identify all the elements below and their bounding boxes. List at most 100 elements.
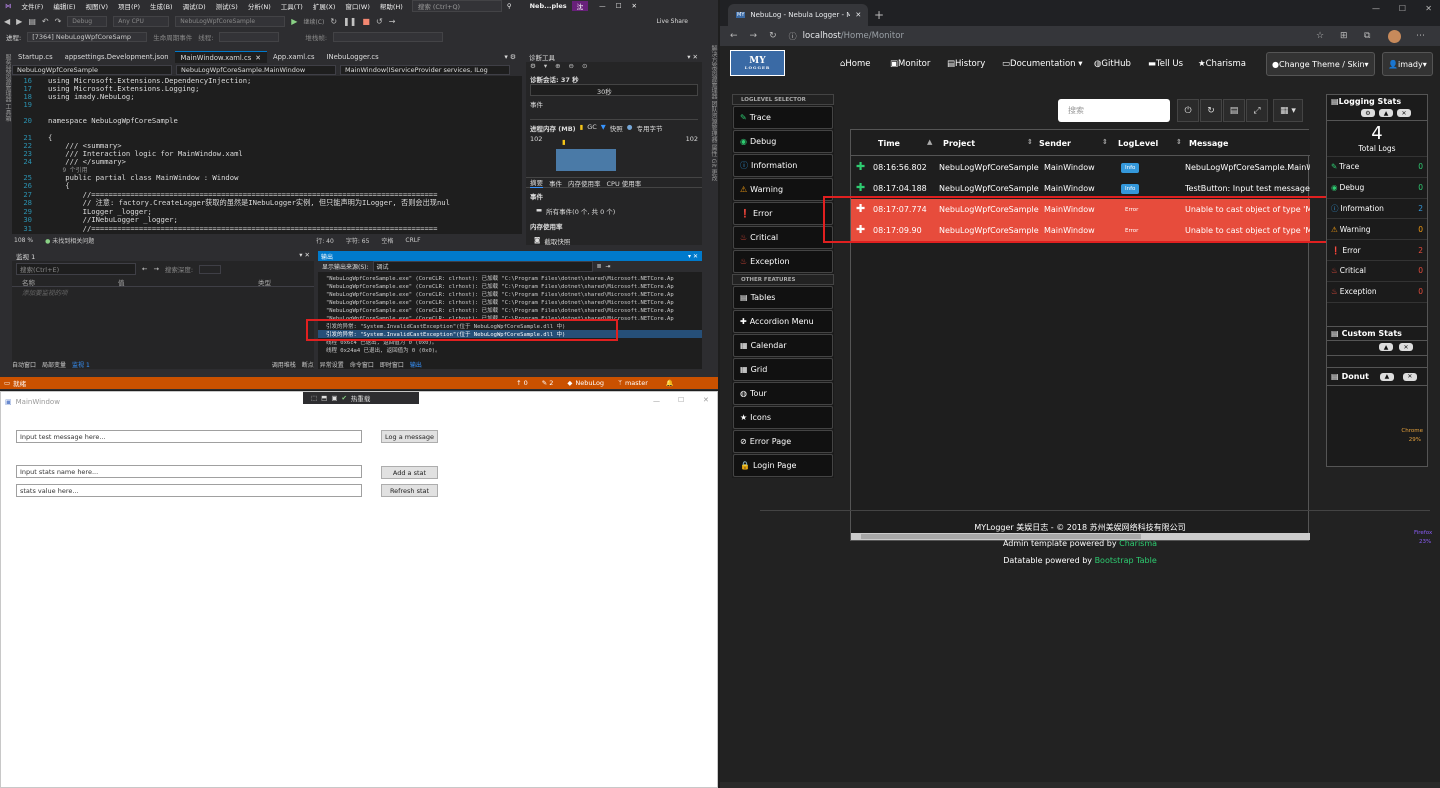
pin-icon[interactable]: ▾ ✕ xyxy=(687,53,698,61)
br-close-icon[interactable]: ✕ xyxy=(1425,4,1432,13)
select-element-icon[interactable]: ⬚ xyxy=(311,394,317,402)
wpf-close-icon[interactable]: ✕ xyxy=(703,396,709,404)
collapse-icon[interactable]: ▲ xyxy=(1379,372,1394,381)
back-icon[interactable]: ◀ xyxy=(4,17,10,26)
col-value[interactable]: 值 xyxy=(118,277,258,287)
close-icon[interactable]: ✕ xyxy=(1399,343,1413,351)
col-time[interactable]: Time xyxy=(878,139,900,148)
platform-dropdown[interactable]: Any CPU xyxy=(113,16,170,27)
repo-name[interactable]: NebuLog xyxy=(575,379,604,387)
profile-avatar[interactable] xyxy=(1388,29,1401,43)
nav-charisma[interactable]: ★Charisma xyxy=(1198,59,1246,69)
tab-callstack[interactable]: 调用堆栈 xyxy=(272,360,296,370)
menu-item-edit[interactable]: 编辑(E) xyxy=(48,1,80,11)
new-tab-icon[interactable]: + xyxy=(874,8,884,22)
continue-icon[interactable]: ▶ xyxy=(291,17,297,26)
close-tab-icon[interactable]: ✕ xyxy=(255,54,261,62)
expand-row-icon[interactable]: ✚ xyxy=(856,181,865,194)
nav-home[interactable]: ⌂Home xyxy=(840,59,871,69)
save-all-icon[interactable]: ▤ xyxy=(28,17,36,26)
code-line[interactable]: 31 //===================================… xyxy=(12,224,437,233)
close-icon[interactable]: ✕ xyxy=(1402,372,1417,381)
tab-inebulogger[interactable]: INebuLogger.cs xyxy=(321,51,385,63)
watch-close-icon[interactable]: ▾ ✕ xyxy=(299,251,310,261)
restart-icon[interactable]: ↺ xyxy=(376,17,383,26)
col-message[interactable]: Message xyxy=(1189,139,1228,148)
startup-project-dropdown[interactable]: NebuLogWpfCoreSample xyxy=(175,16,286,27)
menu-item-tools[interactable]: 工具(T) xyxy=(276,1,308,11)
nav-github[interactable]: ◍GitHub xyxy=(1094,59,1131,69)
hot-reload-icon[interactable]: ✔ xyxy=(341,394,346,402)
menu-item-window[interactable]: 窗口(W) xyxy=(340,1,375,11)
user-badge-icon[interactable]: 沈 xyxy=(571,1,589,11)
tab-breakpoints[interactable]: 断点 xyxy=(302,360,314,370)
tab-watch1[interactable]: 监视 1 xyxy=(72,360,90,370)
address-bar[interactable]: localhost/Home/Monitor xyxy=(803,31,904,41)
toggle-view-button[interactable]: ▤ xyxy=(1223,99,1245,122)
feature-login-page[interactable]: 🔒 Login Page xyxy=(733,454,833,478)
collections-icon[interactable]: ⧉ xyxy=(1364,31,1370,41)
toggle-pagination-button[interactable]: ⏻ xyxy=(1177,99,1199,122)
menu-item-build[interactable]: 生成(B) xyxy=(145,1,178,11)
col-loglevel[interactable]: LogLevel xyxy=(1118,139,1158,148)
search-icon[interactable]: ⚲ xyxy=(502,2,517,10)
tab-command[interactable]: 命令窗口 xyxy=(350,360,374,370)
branch-icon[interactable]: ᛘ xyxy=(618,379,622,387)
log-message-button[interactable]: Log a message xyxy=(381,430,438,443)
add-watch-item[interactable]: 添加要监视的项 xyxy=(12,287,314,297)
code-line[interactable]: 30 //INebuLogger _logger; xyxy=(12,215,177,224)
thread-dropdown[interactable] xyxy=(219,32,280,42)
col-sender[interactable]: Sender xyxy=(1039,139,1071,148)
select-tools-icon[interactable]: ▾ xyxy=(544,62,547,74)
stat-value-input[interactable]: stats value here... xyxy=(16,484,362,497)
zoom-in-icon[interactable]: ⊕ xyxy=(555,62,560,74)
tab-summary[interactable]: 摘要 xyxy=(530,177,543,188)
sort-icon[interactable]: ⇕ xyxy=(1176,138,1182,146)
feature-tour[interactable]: ◍ Tour xyxy=(733,382,833,406)
table-row[interactable]: ✚ 08:16:56.802 NebuLogWpfCoreSample MainWin… xyxy=(851,157,1310,178)
lifecycle-events[interactable]: 生命周期事件 xyxy=(153,32,192,42)
fullscreen-button[interactable]: ⤢ xyxy=(1246,99,1268,122)
config-dropdown[interactable]: Debug xyxy=(67,16,108,27)
tab-mainwindow[interactable]: MainWindow.xaml.cs ✕ xyxy=(174,51,267,63)
tab-immediate[interactable]: 即时窗口 xyxy=(380,360,404,370)
menu-item-test[interactable]: 测试(S) xyxy=(211,1,243,11)
hot-reload-label[interactable]: 热重载 xyxy=(351,393,371,403)
refresh-stat-button[interactable]: Refresh stat xyxy=(381,484,438,497)
output-wrap-icon[interactable]: ⇥ xyxy=(606,263,611,270)
forward-icon[interactable]: ▶ xyxy=(16,17,22,26)
menu-item-view[interactable]: 视图(V) xyxy=(81,1,114,11)
close-icon[interactable]: ✕ xyxy=(627,2,642,10)
user-menu-button[interactable]: 👤 imady ▾ xyxy=(1382,52,1433,76)
output-text[interactable]: "NebuLogWpfCoreSample.exe" (CoreCLR: clr… xyxy=(318,274,702,354)
issues-indicator[interactable]: ● 未找到相关问题 xyxy=(45,236,94,245)
up-arrow-icon[interactable]: ↑ xyxy=(516,379,521,387)
undo-icon[interactable]: ↶ xyxy=(42,17,49,26)
nav-tellus[interactable]: ▬Tell Us xyxy=(1148,59,1183,69)
take-snapshot-button[interactable]: ◙ 截取快照 xyxy=(526,234,702,245)
stop-icon[interactable]: ■ xyxy=(362,17,370,26)
branch-name[interactable]: master xyxy=(625,379,648,387)
level-debug[interactable]: ◉ Debug xyxy=(733,130,833,153)
collapse-icon[interactable]: ▲ xyxy=(1379,109,1393,117)
code-line[interactable]: 26 { xyxy=(12,181,69,190)
tab-overflow[interactable]: ▾ ⚙ xyxy=(498,51,522,63)
columns-button[interactable]: ▦ ▾ xyxy=(1273,99,1303,122)
up-count[interactable]: 0 xyxy=(524,379,528,387)
sort-asc-icon[interactable]: ▲ xyxy=(927,138,932,146)
menu-item-project[interactable]: 项目(P) xyxy=(113,1,145,11)
col-name[interactable]: 名称 xyxy=(22,277,118,287)
reading-list-icon[interactable]: ⊞ xyxy=(1340,31,1348,41)
charisma-link[interactable]: Charisma xyxy=(1119,539,1157,548)
tab-locals[interactable]: 局部变量 xyxy=(42,360,66,370)
br-maximize-icon[interactable]: ☐ xyxy=(1399,4,1406,13)
repo-icon[interactable]: ◆ xyxy=(567,379,572,387)
pencil-count[interactable]: 2 xyxy=(549,379,553,387)
tab-app[interactable]: App.xaml.cs xyxy=(267,51,321,63)
display-adorners-icon[interactable]: ⬒ xyxy=(321,394,327,402)
code-line[interactable]: 28 // 注意: factory.CreateLogger获取的虽然是INeb… xyxy=(12,198,450,207)
menu-item-debug[interactable]: 调试(D) xyxy=(178,1,211,11)
sort-icon[interactable]: ⇕ xyxy=(1102,138,1108,146)
depth-select[interactable] xyxy=(199,264,222,274)
continue-button[interactable]: 继续(C) xyxy=(303,17,324,26)
